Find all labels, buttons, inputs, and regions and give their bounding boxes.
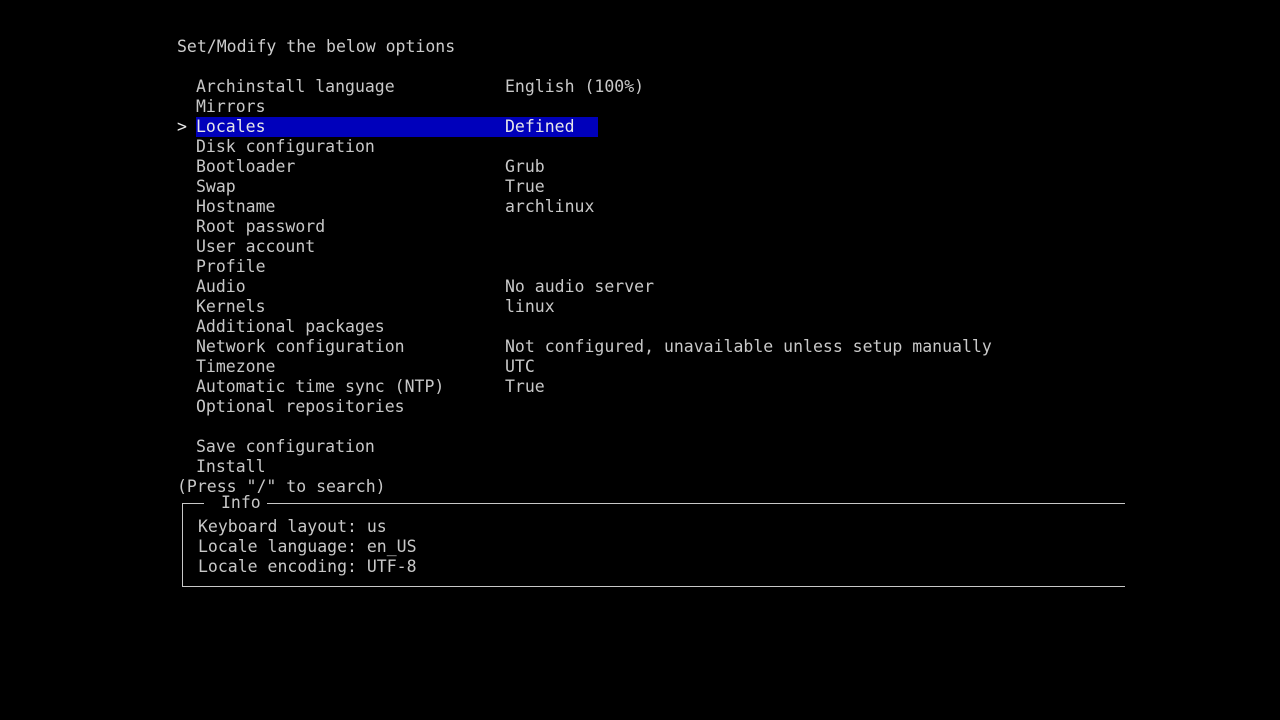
menu-item-row[interactable]: > Locales Defined	[177, 117, 1177, 137]
menu-item-row[interactable]: Network configuration Not configured, una…	[177, 337, 1177, 357]
menu-item-row[interactable]: User account	[177, 237, 1177, 257]
menu-item-label: Bootloader	[196, 157, 296, 176]
menu-item-label: Archinstall language	[196, 77, 395, 96]
archinstall-tui-screen: Set/Modify the below options Archinstall…	[0, 0, 1280, 720]
menu-action-row[interactable]: Install	[177, 457, 1177, 477]
info-panel-border-top-left	[182, 503, 204, 504]
info-panel-title: Info	[215, 493, 267, 513]
page-title: Set/Modify the below options	[177, 37, 456, 56]
menu-item-value: Grub	[505, 157, 545, 176]
menu-item-row[interactable]: Root password	[177, 217, 1177, 237]
menu-item-value: No audio server	[505, 277, 655, 296]
options-menu: Archinstall language English (100%) Mirror…	[177, 77, 1177, 477]
menu-item-label: Mirrors	[196, 97, 266, 116]
info-panel-line: Locale language: en_US	[198, 537, 417, 556]
menu-item-label: Locales	[196, 117, 266, 136]
menu-item-row[interactable]: Audio No audio server	[177, 277, 1177, 297]
menu-item-row[interactable]: Hostname archlinux	[177, 197, 1177, 217]
info-panel-line: Locale encoding: UTF-8	[198, 557, 417, 576]
menu-item-label: User account	[196, 237, 316, 256]
selection-cursor-icon: >	[177, 117, 187, 136]
menu-item-row[interactable]: Kernels linux	[177, 297, 1177, 317]
menu-item-label: Optional repositories	[196, 397, 405, 416]
info-panel-line: Keyboard layout: us	[198, 517, 387, 536]
menu-item-value: True	[505, 377, 545, 396]
menu-item-value: archlinux	[505, 197, 595, 216]
menu-item-value: linux	[505, 297, 555, 316]
menu-item-label: Timezone	[196, 357, 276, 376]
menu-item-label: Profile	[196, 257, 266, 276]
menu-item-row[interactable]: Timezone UTC	[177, 357, 1177, 377]
menu-item-value: UTC	[505, 357, 535, 376]
menu-item-label: Automatic time sync (NTP)	[196, 377, 445, 396]
menu-item-row[interactable]: Swap True	[177, 177, 1177, 197]
menu-item-row[interactable]: Bootloader Grub	[177, 157, 1177, 177]
menu-item-row[interactable]: Mirrors	[177, 97, 1177, 117]
menu-item-value: English (100%)	[505, 77, 645, 96]
menu-item-label: Hostname	[196, 197, 276, 216]
menu-item-label: Kernels	[196, 297, 266, 316]
search-hint: (Press "/" to search)	[177, 477, 386, 496]
menu-item-row[interactable]: Optional repositories	[177, 397, 1177, 417]
menu-item-label: Root password	[196, 217, 326, 236]
menu-item-row[interactable]: Automatic time sync (NTP) True	[177, 377, 1177, 397]
menu-action-row[interactable]: Save configuration	[177, 437, 1177, 457]
menu-item-row[interactable]: Profile	[177, 257, 1177, 277]
menu-item-label: Install	[196, 457, 266, 476]
menu-item-label: Additional packages	[196, 317, 385, 336]
menu-spacer	[177, 417, 1177, 437]
info-panel-lines: Keyboard layout: us Locale language: en_U…	[198, 517, 417, 577]
menu-item-label: Save configuration	[196, 437, 375, 456]
menu-item-value: True	[505, 177, 545, 196]
info-panel-border-top-right	[263, 503, 1125, 504]
menu-item-row[interactable]: Disk configuration	[177, 137, 1177, 157]
menu-item-label: Swap	[196, 177, 236, 196]
menu-item-row[interactable]: Additional packages	[177, 317, 1177, 337]
menu-item-value: Defined	[505, 117, 575, 136]
menu-item-value: Not configured, unavailable unless setup…	[505, 337, 992, 356]
menu-item-label: Network configuration	[196, 337, 405, 356]
menu-item-label: Disk configuration	[196, 137, 375, 156]
menu-item-label: Audio	[196, 277, 246, 296]
info-panel-border-left	[182, 503, 183, 587]
menu-item-row[interactable]: Archinstall language English (100%)	[177, 77, 1177, 97]
info-panel-border-bottom	[182, 586, 1125, 587]
info-panel: Info Keyboard layout: us Locale language:…	[182, 493, 1125, 587]
